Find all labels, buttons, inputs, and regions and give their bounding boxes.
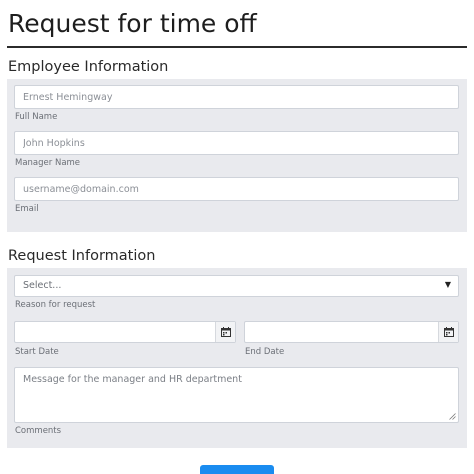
manager-name-input[interactable] — [14, 131, 459, 155]
reason-label: Reason for request — [15, 300, 96, 310]
request-section-title: Request Information — [8, 248, 156, 264]
caret-down-icon: ▼ — [444, 280, 451, 289]
reason-select-value: Select... — [23, 280, 62, 291]
employee-info-panel: Full Name Manager Name Email — [7, 79, 467, 232]
request-info-panel: Select... ▼ Reason for request Start Dat… — [7, 268, 467, 448]
calendar-icon — [220, 327, 231, 337]
full-name-input[interactable] — [14, 85, 459, 109]
reason-select[interactable]: Select... ▼ — [14, 275, 459, 297]
start-date-label: Start Date — [15, 347, 59, 357]
email-input[interactable] — [14, 177, 459, 201]
title-divider — [7, 46, 467, 48]
calendar-icon — [443, 327, 454, 337]
manager-name-label: Manager Name — [15, 158, 81, 168]
employee-section-title: Employee Information — [8, 59, 169, 75]
end-date-picker-button[interactable] — [438, 322, 458, 342]
email-label: Email — [15, 204, 39, 214]
resize-grip-icon[interactable] — [449, 413, 456, 420]
submit-button[interactable] — [200, 465, 274, 474]
full-name-label: Full Name — [15, 112, 58, 122]
start-date-picker-button[interactable] — [215, 322, 235, 342]
comments-placeholder: Message for the manager and HR departmen… — [23, 374, 242, 385]
start-date-input[interactable] — [14, 321, 236, 343]
end-date-label: End Date — [245, 347, 285, 357]
comments-label: Comments — [15, 426, 62, 436]
end-date-input[interactable] — [244, 321, 459, 343]
page-title: Request for time off — [8, 9, 257, 38]
comments-textarea[interactable]: Message for the manager and HR departmen… — [14, 367, 459, 423]
